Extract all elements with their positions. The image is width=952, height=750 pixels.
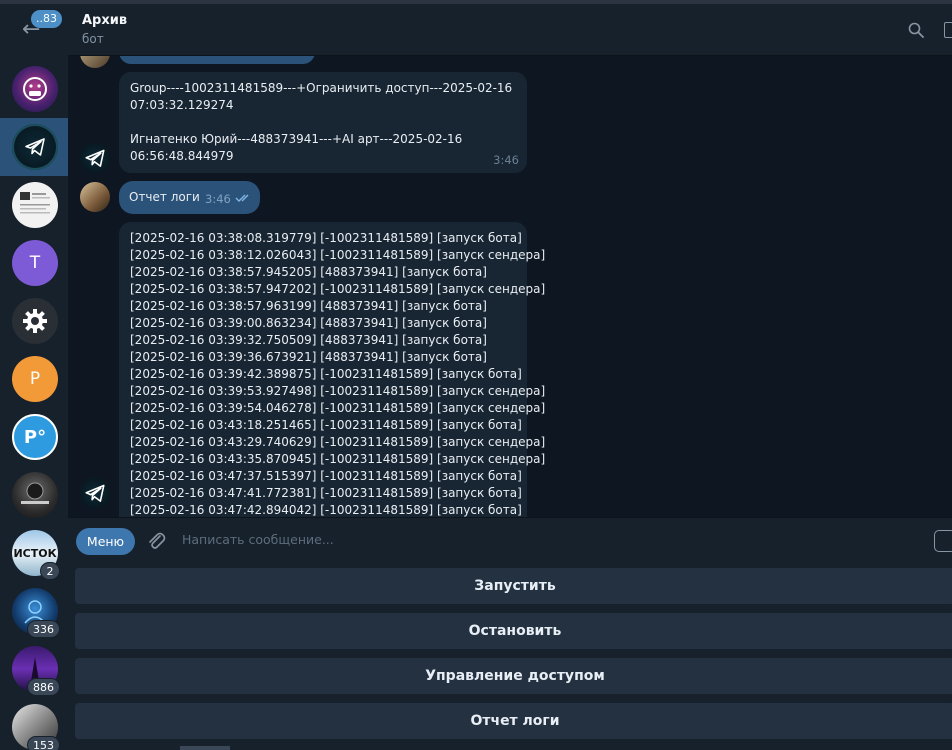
- sidebar-chat-10[interactable]: 336: [0, 582, 68, 640]
- gear-icon: [23, 309, 47, 333]
- unread-count-badge: 153: [27, 736, 60, 750]
- message-text: Group----1002311481589---+Ограничить дос…: [130, 81, 513, 163]
- bot-keyboard-icon[interactable]: [934, 530, 952, 552]
- telegram-plane-icon: [85, 484, 105, 502]
- chat-title: Архив: [82, 13, 128, 28]
- keyboard-button-logs-report[interactable]: Отчет логи: [75, 703, 952, 739]
- bot-menu-button[interactable]: Меню: [76, 528, 135, 555]
- chat-avatar: P°: [12, 414, 58, 460]
- sidebar-chat-3[interactable]: [0, 176, 68, 234]
- sidebar-chat-1[interactable]: [0, 60, 68, 118]
- paperclip-icon[interactable]: [146, 530, 166, 552]
- chat-avatar: [12, 298, 58, 344]
- sidebar-chat-11[interactable]: 886: [0, 640, 68, 698]
- unread-count-badge: 336: [27, 620, 60, 638]
- chat-avatar: [12, 66, 58, 112]
- sidebar-chat-radio[interactable]: [0, 466, 68, 524]
- sidebar-chat-t[interactable]: T: [0, 234, 68, 292]
- message-input[interactable]: Написать сообщение...: [182, 532, 334, 547]
- sidebar-chat-12[interactable]: 153: [0, 698, 68, 750]
- bot-avatar: [80, 143, 110, 173]
- telegram-plane-icon: [25, 138, 45, 156]
- double-check-icon: [235, 194, 249, 202]
- user-avatar: [80, 56, 110, 68]
- unread-badge: ..83: [31, 10, 62, 28]
- chat-avatar: P: [12, 356, 58, 402]
- radio-logo-icon: [21, 482, 49, 504]
- sidebar-chat-settings[interactable]: [0, 292, 68, 350]
- document-thumbnail-icon: [20, 192, 50, 214]
- bot-reply-keyboard: Запустить Остановить Управление доступом…: [68, 563, 952, 750]
- keyboard-button-start[interactable]: Запустить: [75, 568, 952, 604]
- sidebar-chat-archive-bot[interactable]: [0, 118, 68, 176]
- back-button[interactable]: ← ..83: [0, 4, 68, 56]
- face-mask-icon: [23, 77, 47, 101]
- sidebar-toggle-icon[interactable]: [944, 22, 952, 38]
- message-time: 3:46: [205, 192, 231, 206]
- message-bubble-cutoff: [119, 56, 315, 64]
- unread-count-badge: 2: [40, 562, 60, 580]
- chat-folder-sidebar: ← ..83 T P P° ИСТОК 2 336 886 153: [0, 4, 68, 750]
- message-bubble[interactable]: Group----1002311481589---+Ограничить дос…: [119, 72, 527, 173]
- message-text: Отчет логи: [129, 190, 200, 204]
- chat-avatar: [12, 124, 58, 170]
- chat-subtitle: бот: [82, 32, 104, 46]
- chat-avatar: T: [12, 240, 58, 286]
- message-composer: Меню Написать сообщение...: [68, 517, 952, 563]
- message-list[interactable]: Group----1002311481589---+Ограничить дос…: [68, 56, 952, 517]
- message-bubble[interactable]: Отчет логи 3:46: [119, 181, 260, 214]
- keyboard-button-stop[interactable]: Остановить: [75, 613, 952, 649]
- search-icon[interactable]: [908, 22, 924, 38]
- chat-avatar: [12, 472, 58, 518]
- keyboard-button-access-control[interactable]: Управление доступом: [75, 658, 952, 694]
- user-avatar: [80, 182, 110, 212]
- message-time: 3:46: [493, 153, 519, 167]
- bot-avatar: [80, 478, 110, 508]
- chat-header[interactable]: Архив бот: [68, 4, 952, 56]
- sidebar-chat-istok[interactable]: ИСТОК 2: [0, 524, 68, 582]
- telegram-plane-icon: [85, 149, 105, 167]
- chat-avatar: [12, 182, 58, 228]
- message-text: [2025-02-16 03:38:08.319779] [-100231148…: [130, 231, 546, 517]
- sidebar-chat-p-degree[interactable]: P°: [0, 408, 68, 466]
- scrollbar-thumb[interactable]: [180, 746, 230, 750]
- unread-count-badge: 886: [27, 678, 60, 696]
- sidebar-chat-p[interactable]: P: [0, 350, 68, 408]
- message-bubble[interactable]: [2025-02-16 03:38:08.319779] [-100231148…: [119, 222, 545, 517]
